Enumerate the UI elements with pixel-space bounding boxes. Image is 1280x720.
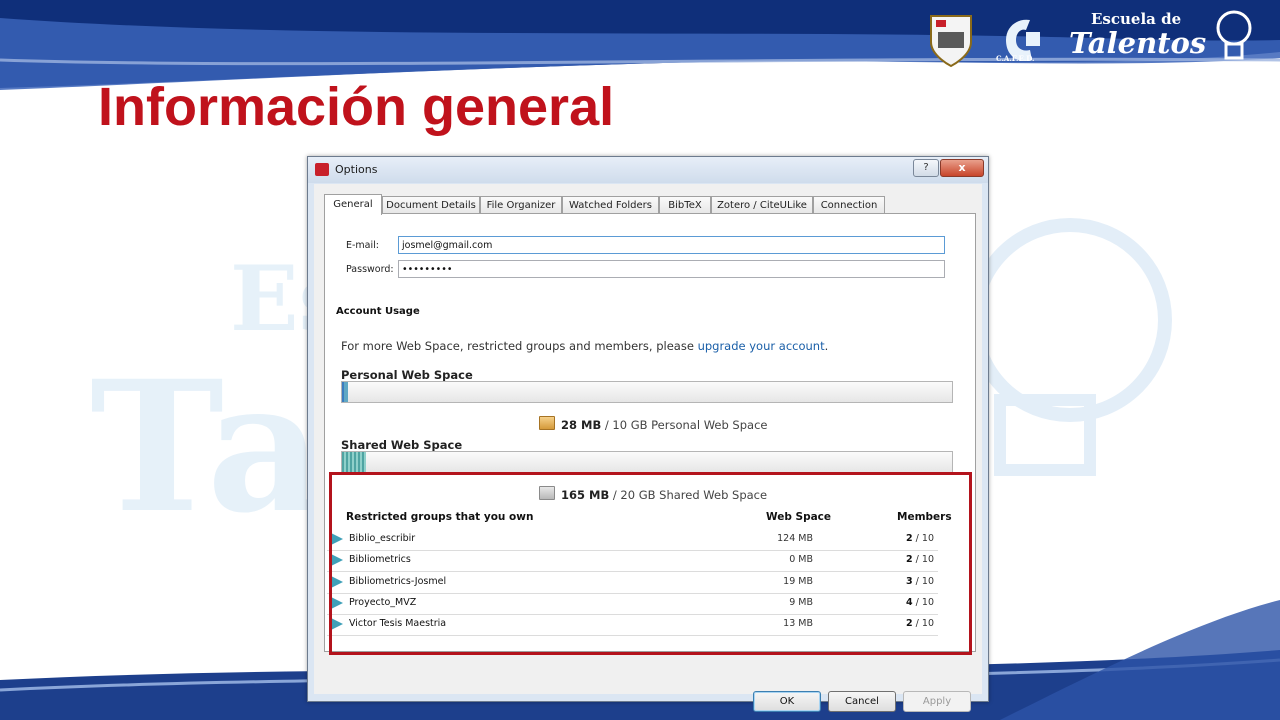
tab-zotero-citeulike[interactable]: Zotero / CiteULike — [711, 196, 813, 214]
shared-space-bar — [341, 451, 953, 473]
cafed-logo-text: C.A.F.E.D. — [996, 54, 1035, 63]
tab-bibtex[interactable]: BibTeX — [659, 196, 711, 214]
email-field[interactable]: josmel@gmail.com — [398, 236, 945, 254]
account-usage-title: Account Usage — [336, 306, 420, 317]
personal-space-title: Personal Web Space — [341, 368, 473, 382]
personal-usage: 28 MB / 10 GB Personal Web Space — [539, 416, 767, 432]
personal-total: / 10 GB Personal Web Space — [601, 418, 768, 432]
close-button[interactable]: x — [940, 159, 984, 177]
info-suffix: . — [824, 339, 829, 353]
upgrade-info-text: For more Web Space, restricted groups an… — [341, 339, 828, 353]
tab-document-details[interactable]: Document Details — [382, 196, 480, 214]
personal-folder-icon — [539, 416, 555, 430]
personal-space-fill — [342, 382, 348, 402]
tab-file-organizer[interactable]: File Organizer — [480, 196, 562, 214]
personal-used: 28 MB — [561, 418, 602, 432]
shared-space-fill — [342, 452, 366, 472]
ok-button[interactable]: OK — [753, 691, 821, 712]
cancel-button[interactable]: Cancel — [828, 691, 896, 712]
upgrade-account-link[interactable]: upgrade your account — [698, 339, 825, 353]
shared-space-title: Shared Web Space — [341, 438, 463, 452]
tab-general[interactable]: General — [324, 194, 382, 215]
dialog-titlebar[interactable]: Options ? x — [308, 157, 988, 183]
email-label: E-mail: — [346, 240, 379, 251]
personal-space-bar — [341, 381, 953, 403]
header-logos: C.A.F.E.D. Escuela de Talentos — [926, 6, 1266, 70]
highlight-box — [329, 472, 972, 655]
info-prefix: For more Web Space, restricted groups an… — [341, 339, 698, 353]
tab-connection[interactable]: Connection — [813, 196, 885, 214]
shield-logo-icon — [930, 15, 972, 68]
help-button[interactable]: ? — [913, 159, 939, 177]
svg-text:Ta: Ta — [90, 342, 323, 553]
apply-button[interactable]: Apply — [903, 691, 971, 712]
mendeley-app-icon — [315, 163, 329, 176]
password-label: Password: — [346, 264, 394, 275]
dialog-title: Options — [335, 163, 378, 176]
password-field[interactable]: ••••••••• — [398, 260, 945, 278]
lightbulb-head-icon — [1216, 10, 1252, 60]
logo-talentos-text: Talentos — [1069, 26, 1207, 60]
slide-title: Información general — [98, 77, 615, 137]
tab-watched-folders[interactable]: Watched Folders — [562, 196, 659, 214]
